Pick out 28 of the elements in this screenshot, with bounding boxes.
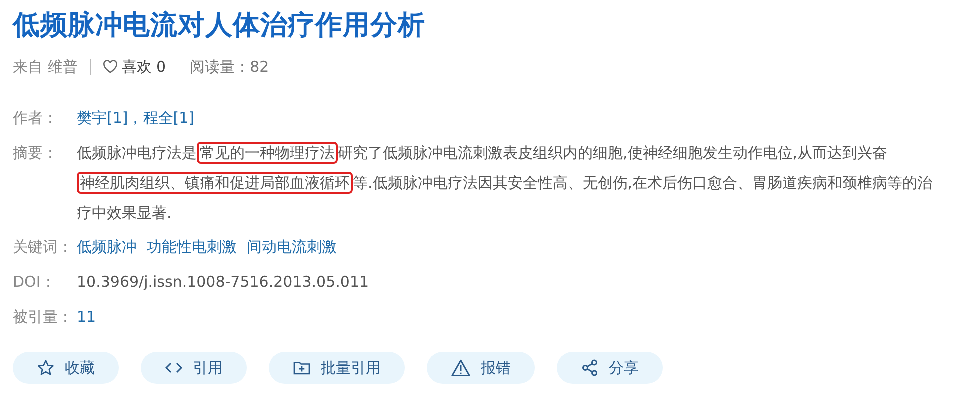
field-label: 作者： xyxy=(13,108,59,129)
article-title: 低频脉冲电流对人体治疗作用分析 xyxy=(13,9,426,43)
field-label: 关键词： xyxy=(13,237,74,258)
folder-plus-icon xyxy=(293,360,311,376)
action-button[interactable]: 收藏 xyxy=(13,352,119,384)
action-button[interactable]: 报错 xyxy=(427,352,535,384)
link[interactable]: 樊宇[1]， xyxy=(77,106,144,131)
likes-count: 喜欢 0 xyxy=(122,58,166,76)
link[interactable]: 间动电流刺激 xyxy=(247,235,337,260)
link[interactable]: 程全[1] xyxy=(143,106,194,131)
doi-text: 10.3969/j.issn.1008-7516.2013.05.011 xyxy=(77,272,370,293)
link[interactable]: 功能性电刺激 xyxy=(147,235,237,260)
code-icon xyxy=(165,361,183,375)
heart-icon[interactable] xyxy=(102,60,118,74)
warning-icon xyxy=(451,359,471,377)
star-icon xyxy=(37,359,55,377)
action-button[interactable]: 分享 xyxy=(557,352,663,384)
share-icon xyxy=(581,359,599,377)
link[interactable]: 11 xyxy=(77,305,96,330)
field-label: 摘要： xyxy=(13,143,59,164)
source-text: 来自 维普 xyxy=(13,58,78,76)
field-label: DOI： xyxy=(13,272,57,293)
field-label: 被引量： xyxy=(13,307,74,328)
read-count: 阅读量：82 xyxy=(190,58,270,76)
abstract-text: 低频脉冲电疗法是 常见的一种物理疗法 研究了低频脉冲电流刺激表皮组织内的细胞,使神经细胞发生动作电位,从而达到兴奋 神经肌肉组织、镇痛和促进局部血液循环 等.低频脉冲电疗法因其安全性高、无创伤,在术后伤口愈合、胃肠道疾病和颈椎病等的治疗中效果显著. xyxy=(77,141,934,224)
action-button[interactable]: 批量引用 xyxy=(269,352,405,384)
link[interactable]: 低频脉冲 xyxy=(77,235,137,260)
action-button[interactable]: 引用 xyxy=(141,352,247,384)
